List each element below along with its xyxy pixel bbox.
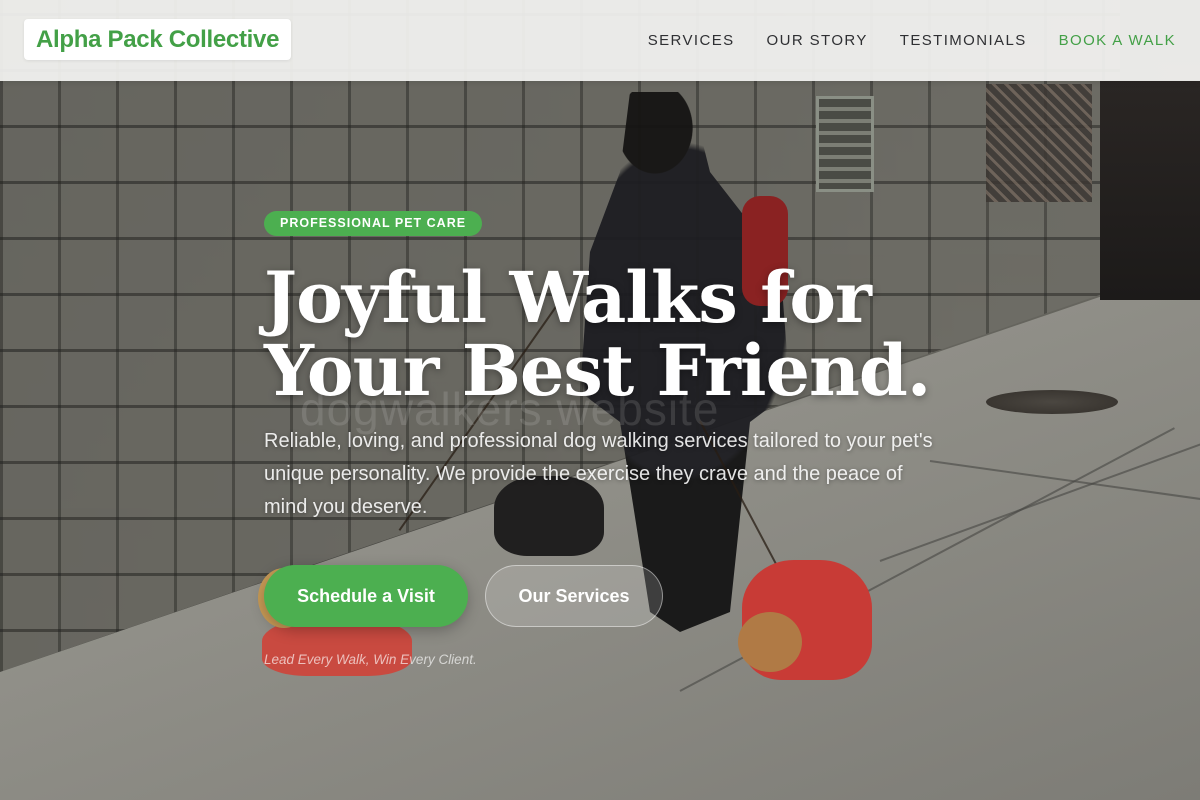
nav-link-testimonials[interactable]: TESTIMONIALS xyxy=(900,32,1027,49)
window-grille xyxy=(986,84,1092,202)
hero-content: PROFESSIONAL PET CARE Joyful Walks for Y… xyxy=(264,211,964,524)
top-navbar: Alpha Pack Collective SERVICES OUR STORY… xyxy=(0,0,1200,81)
hero-headline-line-2: Your Best Friend. xyxy=(264,329,931,412)
hero-description: Reliable, loving, and professional dog w… xyxy=(264,430,933,518)
hero-headline: Joyful Walks for Your Best Friend. xyxy=(264,261,964,407)
our-services-button[interactable]: Our Services xyxy=(485,565,663,627)
wall-vent xyxy=(816,96,874,192)
nav-link-services[interactable]: SERVICES xyxy=(648,32,735,49)
dog-right-head xyxy=(738,612,802,672)
schedule-visit-button[interactable]: Schedule a Visit xyxy=(264,565,468,627)
primary-nav: SERVICES OUR STORY TESTIMONIALS BOOK A W… xyxy=(648,0,1176,80)
doorway xyxy=(1100,80,1200,300)
hero-headline-line-1: Joyful Walks for xyxy=(264,256,872,339)
manhole-cover xyxy=(986,390,1118,414)
brand-logo[interactable]: Alpha Pack Collective xyxy=(24,19,292,60)
nav-link-book-a-walk[interactable]: BOOK A WALK xyxy=(1059,32,1176,49)
hero-badge: PROFESSIONAL PET CARE xyxy=(264,211,483,236)
hero-cta-group: Schedule a Visit Our Services xyxy=(264,565,663,627)
nav-link-our-story[interactable]: OUR STORY xyxy=(767,32,868,49)
hero-tagline: Lead Every Walk, Win Every Client. xyxy=(264,652,477,667)
